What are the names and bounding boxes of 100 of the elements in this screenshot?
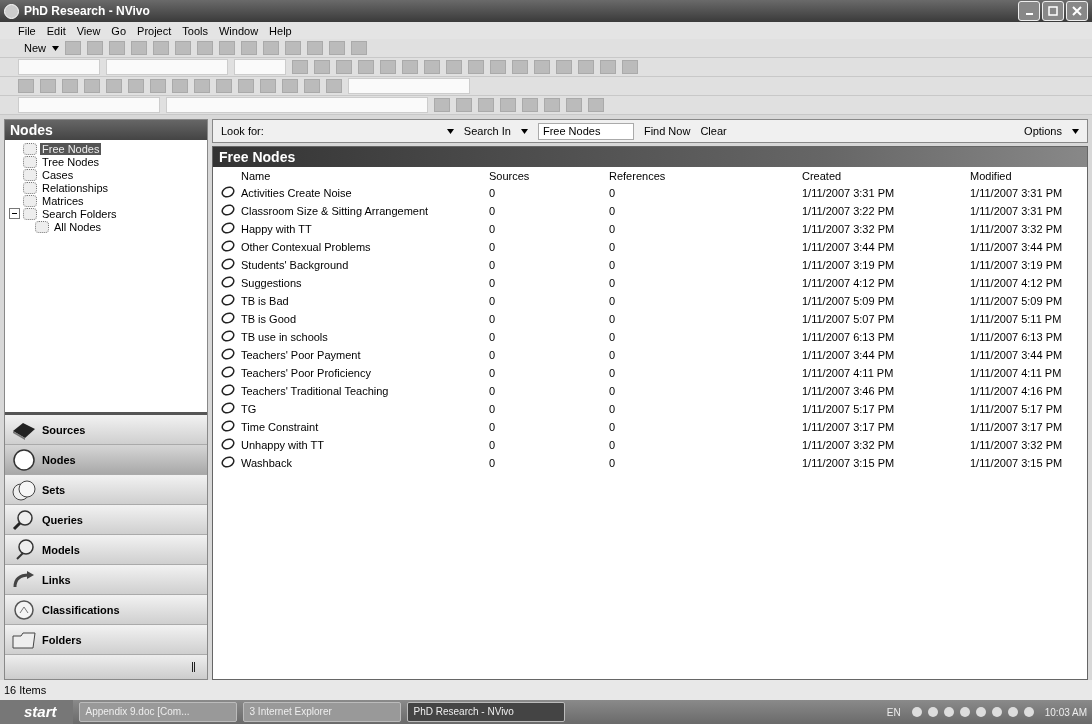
minimize-button[interactable] bbox=[1018, 1, 1040, 21]
toolbar-icon[interactable] bbox=[556, 60, 572, 74]
tree-item[interactable]: Free Nodes bbox=[40, 142, 102, 155]
tree-item[interactable]: Cases bbox=[40, 168, 76, 181]
menu-item[interactable]: Project bbox=[137, 24, 172, 37]
toolbar-icon[interactable] bbox=[512, 60, 528, 74]
clear-button[interactable]: Clear bbox=[700, 125, 727, 137]
tree-item[interactable]: All Nodes bbox=[52, 220, 104, 233]
toolbar-icon[interactable] bbox=[65, 41, 81, 55]
caret-icon[interactable] bbox=[520, 128, 528, 134]
tray-icon[interactable] bbox=[975, 707, 986, 717]
toolbar-icon[interactable] bbox=[84, 79, 100, 93]
tray-icon[interactable] bbox=[927, 707, 938, 717]
toolbar-icon[interactable] bbox=[260, 79, 276, 93]
menu-item[interactable]: Help bbox=[269, 24, 292, 37]
dropdown-field[interactable] bbox=[18, 97, 160, 113]
toolbar-icon[interactable] bbox=[292, 60, 308, 74]
toolbar-icon[interactable] bbox=[128, 79, 144, 93]
toolbar-icon[interactable] bbox=[282, 79, 298, 93]
navigation-button[interactable]: Queries bbox=[5, 505, 207, 535]
navigation-button[interactable]: Classifications bbox=[5, 595, 207, 625]
toolbar-icon[interactable] bbox=[522, 98, 538, 112]
menu-item[interactable]: Go bbox=[111, 24, 127, 37]
navigation-button[interactable]: Sources bbox=[5, 415, 207, 445]
toolbar-icon[interactable] bbox=[622, 60, 638, 74]
toolbar-icon[interactable] bbox=[456, 98, 472, 112]
menu-item[interactable]: Tools bbox=[182, 24, 208, 37]
find-now-button[interactable]: Find Now bbox=[643, 125, 691, 137]
tree-item[interactable]: Search Folders bbox=[40, 207, 119, 220]
maximize-button[interactable] bbox=[1042, 1, 1064, 21]
menu-item[interactable]: Edit bbox=[46, 24, 66, 37]
tray-icon[interactable] bbox=[1023, 707, 1034, 717]
toolbar-icon[interactable] bbox=[336, 60, 352, 74]
new-button[interactable]: New bbox=[18, 42, 46, 54]
tray-icon[interactable] bbox=[1007, 707, 1018, 717]
font-field[interactable] bbox=[18, 59, 100, 75]
tree-item[interactable]: Relationships bbox=[40, 181, 111, 194]
toolbar-icon[interactable] bbox=[600, 60, 616, 74]
toolbar-icon[interactable] bbox=[172, 79, 188, 93]
tree-item[interactable]: Tree Nodes bbox=[40, 155, 102, 168]
toolbar-icon[interactable] bbox=[153, 41, 169, 55]
collapse-toggle[interactable] bbox=[9, 208, 20, 219]
start-button[interactable]: start bbox=[0, 700, 73, 724]
toolbar-icon[interactable] bbox=[534, 60, 550, 74]
search-in-button[interactable]: Search In bbox=[463, 125, 511, 137]
toolbar-icon[interactable] bbox=[40, 79, 56, 93]
toolbar-icon[interactable] bbox=[241, 41, 257, 55]
toolbar-icon[interactable] bbox=[478, 98, 494, 112]
toolbar-icon[interactable] bbox=[329, 41, 345, 55]
tray-icon[interactable] bbox=[911, 707, 922, 717]
toolbar-icon[interactable] bbox=[380, 60, 396, 74]
toolbar-icon[interactable] bbox=[434, 98, 450, 112]
navigation-button[interactable]: Links bbox=[5, 565, 207, 595]
toolbar-icon[interactable] bbox=[87, 41, 103, 55]
toolbar-icon[interactable] bbox=[446, 60, 462, 74]
toolbar-icon[interactable] bbox=[131, 41, 147, 55]
toolbar-icon[interactable] bbox=[219, 41, 235, 55]
column-header[interactable]: References bbox=[605, 167, 798, 184]
toolbar-icon[interactable] bbox=[578, 60, 594, 74]
toolbar-icon[interactable] bbox=[238, 79, 254, 93]
toolbar-icon[interactable] bbox=[424, 60, 440, 74]
navigation-button[interactable]: Folders bbox=[5, 625, 207, 655]
options-button[interactable]: Options bbox=[1024, 125, 1062, 137]
close-button[interactable] bbox=[1066, 1, 1088, 21]
menu-item[interactable]: Window bbox=[219, 24, 259, 37]
tray-icon[interactable] bbox=[943, 707, 954, 717]
menu-item[interactable]: File bbox=[18, 24, 36, 37]
search-in-field[interactable]: Free Nodes bbox=[537, 122, 634, 140]
toolbar-icon[interactable] bbox=[402, 60, 418, 74]
toolbar-icon[interactable] bbox=[62, 79, 78, 93]
toolbar-icon[interactable] bbox=[307, 41, 323, 55]
column-header[interactable]: Created bbox=[798, 167, 966, 184]
dropdown-field[interactable] bbox=[348, 78, 470, 94]
toolbar-icon[interactable] bbox=[18, 79, 34, 93]
tray-icon[interactable] bbox=[959, 707, 970, 717]
toolbar-icon[interactable] bbox=[175, 41, 191, 55]
toolbar-icon[interactable] bbox=[285, 41, 301, 55]
column-header[interactable]: Sources bbox=[485, 167, 605, 184]
toolbar-icon[interactable] bbox=[106, 79, 122, 93]
column-header[interactable]: Name bbox=[237, 167, 485, 184]
toolbar-icon[interactable] bbox=[197, 41, 213, 55]
toolbar-icon[interactable] bbox=[358, 60, 374, 74]
font-size-field[interactable] bbox=[106, 59, 228, 75]
navigation-button[interactable]: Models bbox=[5, 535, 207, 565]
toolbar-icon[interactable] bbox=[468, 60, 484, 74]
navigation-button[interactable]: Sets bbox=[5, 475, 207, 505]
toolbar-icon[interactable] bbox=[194, 79, 210, 93]
style-field[interactable] bbox=[234, 59, 286, 75]
toolbar-icon[interactable] bbox=[150, 79, 166, 93]
toolbar-icon[interactable] bbox=[566, 98, 582, 112]
tray-icon[interactable] bbox=[991, 707, 1002, 717]
toolbar-icon[interactable] bbox=[109, 41, 125, 55]
toolbar-icon[interactable] bbox=[500, 98, 516, 112]
navigation-button[interactable]: Nodes bbox=[5, 445, 207, 475]
caret-icon[interactable] bbox=[52, 45, 59, 51]
tree-item[interactable]: Matrices bbox=[40, 194, 86, 207]
language-indicator[interactable]: EN bbox=[881, 706, 906, 718]
toolbar-icon[interactable] bbox=[263, 41, 279, 55]
menu-item[interactable]: View bbox=[76, 24, 101, 37]
toolbar-icon[interactable] bbox=[490, 60, 506, 74]
